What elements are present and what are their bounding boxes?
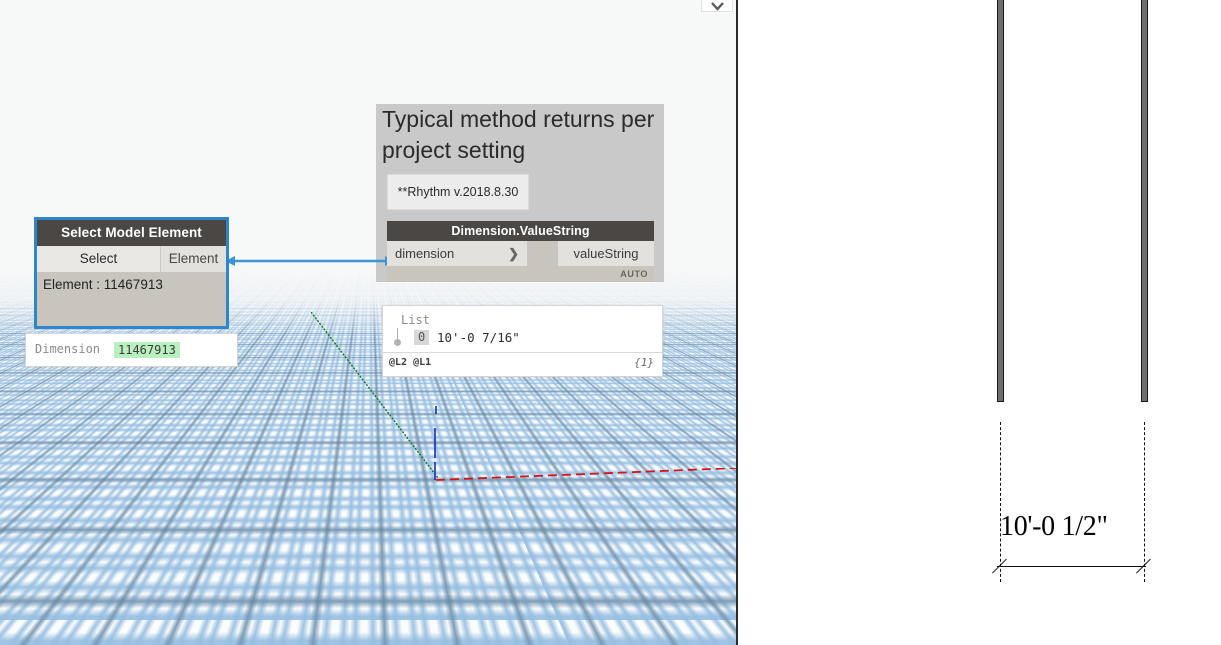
node-port-gap (527, 241, 558, 266)
input-port-dimension[interactable]: dimension ❯ (387, 241, 527, 266)
node-preview-bubble[interactable]: List 0 10'-0 7/16" @L2 @L1 {1} (382, 305, 663, 377)
preview-dot-icon (394, 339, 401, 346)
note-rhythm-version[interactable]: **Rhythm v.2018.8.30 (387, 174, 529, 210)
preview-value: 10'-0 7/16" (437, 330, 520, 345)
lacing-indicator[interactable]: AUTO (387, 266, 654, 282)
node-title: Select Model Element (37, 220, 226, 246)
node-title: Dimension.ValueString (387, 221, 654, 241)
select-button[interactable]: Select (37, 246, 161, 272)
tooltip-selected-dimension: Dimension 11467913 (25, 333, 238, 367)
node-port-row: Select Element (37, 246, 226, 272)
witness-line-right (1143, 422, 1145, 582)
output-port-valuestring[interactable]: valueString (558, 241, 654, 266)
chevron-right-icon[interactable]: ❯ (508, 241, 519, 266)
witness-line-left (999, 422, 1001, 582)
preview-levels[interactable]: @L2 @L1 (389, 357, 431, 368)
node-port-row: dimension ❯ valueString (387, 241, 654, 266)
wall-right[interactable] (1141, 0, 1148, 402)
preview-index: 0 (414, 330, 430, 345)
selected-element-label: Element : 11467913 (43, 277, 163, 292)
node-dimension-valuestring[interactable]: Dimension.ValueString dimension ❯ valueS… (387, 221, 654, 302)
axis-red-line (436, 468, 736, 484)
node-body: Element : 11467913 (37, 271, 226, 292)
tooltip-value: 11467913 (114, 342, 180, 358)
preview-footer: @L2 @L1 {1} (383, 353, 662, 376)
preview-count: {1} (634, 356, 654, 369)
axis-blue-line (430, 406, 446, 482)
revit-view[interactable]: 10'-0 1/2" (740, 0, 1221, 645)
output-port-element[interactable]: Element (161, 246, 226, 272)
annotation-group-title: Typical method returns per project setti… (382, 106, 655, 163)
app-root: Typical method returns per project setti… (0, 0, 1221, 645)
node-select-model-element[interactable]: Select Model Element Select Element Elem… (34, 217, 229, 329)
dynamo-workspace[interactable]: Typical method returns per project setti… (0, 0, 738, 645)
wall-left[interactable] (997, 0, 1004, 402)
preview-type-label: List (401, 313, 430, 327)
dimension-text[interactable]: 10'-0 1/2" (1000, 511, 1108, 543)
preview-content: List 0 10'-0 7/16" (383, 306, 662, 353)
dimension-line[interactable] (997, 566, 1146, 567)
tooltip-label: Dimension (35, 342, 101, 356)
chevron-down-icon[interactable] (701, 0, 733, 12)
connector-wire[interactable] (225, 248, 395, 276)
input-port-label: dimension (395, 246, 455, 261)
